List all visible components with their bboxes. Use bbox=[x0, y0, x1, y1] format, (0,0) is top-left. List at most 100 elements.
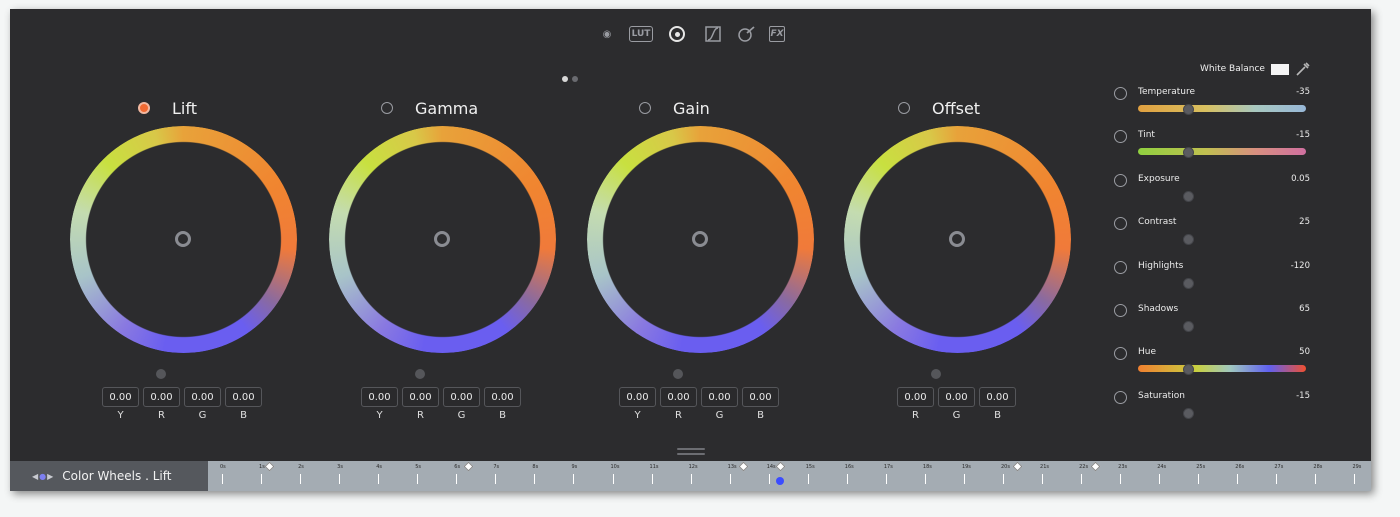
keyframe-marker[interactable] bbox=[1012, 461, 1023, 472]
exposure-radio[interactable] bbox=[1114, 174, 1127, 187]
b-value-field[interactable]: 0.00 bbox=[225, 387, 262, 407]
adjust-shadows: Shadows 65 bbox=[1114, 304, 1310, 344]
channel-label: G bbox=[715, 410, 724, 421]
master-knob[interactable] bbox=[156, 369, 166, 379]
b-value-field[interactable]: 0.00 bbox=[742, 387, 779, 407]
timeline-tick-label: 5s bbox=[415, 464, 422, 470]
page-dot[interactable] bbox=[572, 76, 578, 82]
highlights-thumb[interactable] bbox=[1183, 278, 1195, 289]
g-value-field[interactable]: 0.00 bbox=[701, 387, 738, 407]
adjust-value: -120 bbox=[1290, 261, 1310, 271]
b-value-field[interactable]: 0.00 bbox=[484, 387, 521, 407]
y-value-field[interactable]: 0.00 bbox=[361, 387, 398, 407]
master-knob[interactable] bbox=[673, 369, 683, 379]
adjust-label: Exposure bbox=[1138, 174, 1180, 184]
saturation-thumb[interactable] bbox=[1183, 408, 1195, 419]
wheel-title: Gamma bbox=[415, 98, 479, 118]
offset-radio[interactable] bbox=[898, 102, 910, 114]
master-knob[interactable] bbox=[931, 369, 941, 379]
tint-slider[interactable] bbox=[1138, 148, 1306, 155]
white-balance-label: White Balance bbox=[1200, 64, 1265, 74]
lift-radio[interactable] bbox=[138, 102, 150, 114]
timeline-ruler[interactable]: 0s 1s 2s 3s 4s 5s 6s 7s 8s 9s 10s 11s 12s 13s 14s 15s 16… bbox=[208, 461, 1371, 491]
timeline-tick bbox=[729, 474, 731, 484]
adjust-label: Saturation bbox=[1138, 391, 1185, 401]
value-row: 0.00 0.00 0.00 0.00 bbox=[619, 387, 779, 407]
channel-label: Y bbox=[634, 410, 641, 421]
adjust-saturation: Saturation -15 bbox=[1114, 391, 1310, 431]
wheel-block-gamma: Gamma 0.00 0.00 0.00 0.00 Y R G B bbox=[327, 9, 567, 429]
keyframe-marker[interactable] bbox=[463, 461, 474, 472]
timeline-tick bbox=[963, 474, 965, 484]
r-value-field[interactable]: 0.00 bbox=[402, 387, 439, 407]
gain-radio[interactable] bbox=[639, 102, 651, 114]
timeline-tick-label: 16s bbox=[844, 464, 854, 470]
temperature-radio[interactable] bbox=[1114, 87, 1127, 100]
hue-slider[interactable] bbox=[1138, 365, 1306, 372]
label-row: R G B bbox=[897, 410, 1016, 421]
wheel-block-gain: Gain 0.00 0.00 0.00 0.00 Y R G B bbox=[585, 9, 825, 429]
channel-label: R bbox=[912, 410, 919, 421]
hue-radio[interactable] bbox=[1114, 347, 1127, 360]
timeline-tick bbox=[1315, 474, 1317, 484]
wheel-center-handle[interactable] bbox=[175, 231, 191, 247]
adjust-label: Tint bbox=[1138, 130, 1155, 140]
timeline-tick bbox=[885, 474, 887, 484]
white-balance-swatch[interactable] bbox=[1270, 63, 1289, 75]
gamma-radio[interactable] bbox=[381, 102, 393, 114]
y-value-field[interactable]: 0.00 bbox=[102, 387, 139, 407]
nav-arrows[interactable]: ◀●▶ bbox=[32, 472, 54, 481]
wheel-block-offset: Offset 0.00 0.00 0.00 R G B bbox=[844, 9, 1084, 429]
g-value-field[interactable]: 0.00 bbox=[443, 387, 480, 407]
r-value-field[interactable]: 0.00 bbox=[897, 387, 934, 407]
timeline-tick-label: 27s bbox=[1274, 464, 1284, 470]
label-row: Y R G B bbox=[361, 410, 521, 421]
timeline-tick-label: 24s bbox=[1157, 464, 1167, 470]
timeline-tick bbox=[690, 474, 692, 484]
channel-label: Y bbox=[117, 410, 124, 421]
timeline-tick bbox=[1120, 474, 1122, 484]
contrast-radio[interactable] bbox=[1114, 217, 1127, 230]
wheel-center-handle[interactable] bbox=[692, 231, 708, 247]
adjust-exposure: Exposure 0.05 bbox=[1114, 174, 1310, 214]
master-knob[interactable] bbox=[415, 369, 425, 379]
highlights-radio[interactable] bbox=[1114, 261, 1127, 274]
timeline-tick-label: 18s bbox=[922, 464, 932, 470]
hue-thumb[interactable] bbox=[1183, 364, 1195, 375]
timeline-tick bbox=[456, 474, 458, 484]
exposure-thumb[interactable] bbox=[1183, 191, 1195, 202]
shadows-radio[interactable] bbox=[1114, 304, 1127, 317]
tint-radio[interactable] bbox=[1114, 130, 1127, 143]
timeline-tick bbox=[222, 474, 223, 484]
contrast-thumb[interactable] bbox=[1183, 234, 1195, 245]
keyframe-marker[interactable] bbox=[775, 461, 786, 472]
timeline-tick-label: 2s bbox=[298, 464, 304, 470]
temperature-thumb[interactable] bbox=[1183, 104, 1195, 115]
timeline-tick-label: 8s bbox=[532, 464, 539, 470]
adjust-label: Temperature bbox=[1138, 87, 1196, 97]
resize-grip[interactable] bbox=[677, 448, 705, 458]
timeline-tick bbox=[495, 474, 497, 484]
b-value-field[interactable]: 0.00 bbox=[979, 387, 1016, 407]
wheel-center-handle[interactable] bbox=[949, 231, 965, 247]
r-value-field[interactable]: 0.00 bbox=[143, 387, 180, 407]
r-value-field[interactable]: 0.00 bbox=[660, 387, 697, 407]
playhead[interactable] bbox=[776, 477, 785, 485]
g-value-field[interactable]: 0.00 bbox=[184, 387, 221, 407]
white-balance: White Balance bbox=[1200, 61, 1311, 77]
color-panel: ◉ LUT FX Lift 0.00 0.00 0.00 0.00 Y R G … bbox=[10, 9, 1371, 491]
shadows-thumb[interactable] bbox=[1183, 321, 1195, 332]
saturation-radio[interactable] bbox=[1114, 391, 1127, 404]
wheel-center-handle[interactable] bbox=[434, 231, 450, 247]
keyframe-marker[interactable] bbox=[264, 461, 275, 472]
eyedropper-icon[interactable] bbox=[1295, 61, 1311, 77]
temperature-slider[interactable] bbox=[1138, 105, 1306, 112]
wheel-title: Lift bbox=[172, 98, 197, 118]
tint-thumb[interactable] bbox=[1183, 147, 1195, 158]
y-value-field[interactable]: 0.00 bbox=[619, 387, 656, 407]
g-value-field[interactable]: 0.00 bbox=[938, 387, 975, 407]
keyframe-marker[interactable] bbox=[738, 461, 749, 472]
keyframe-marker[interactable] bbox=[1090, 461, 1101, 472]
timeline-tick-label: 10s bbox=[610, 464, 620, 470]
adjust-value: 65 bbox=[1299, 304, 1310, 314]
